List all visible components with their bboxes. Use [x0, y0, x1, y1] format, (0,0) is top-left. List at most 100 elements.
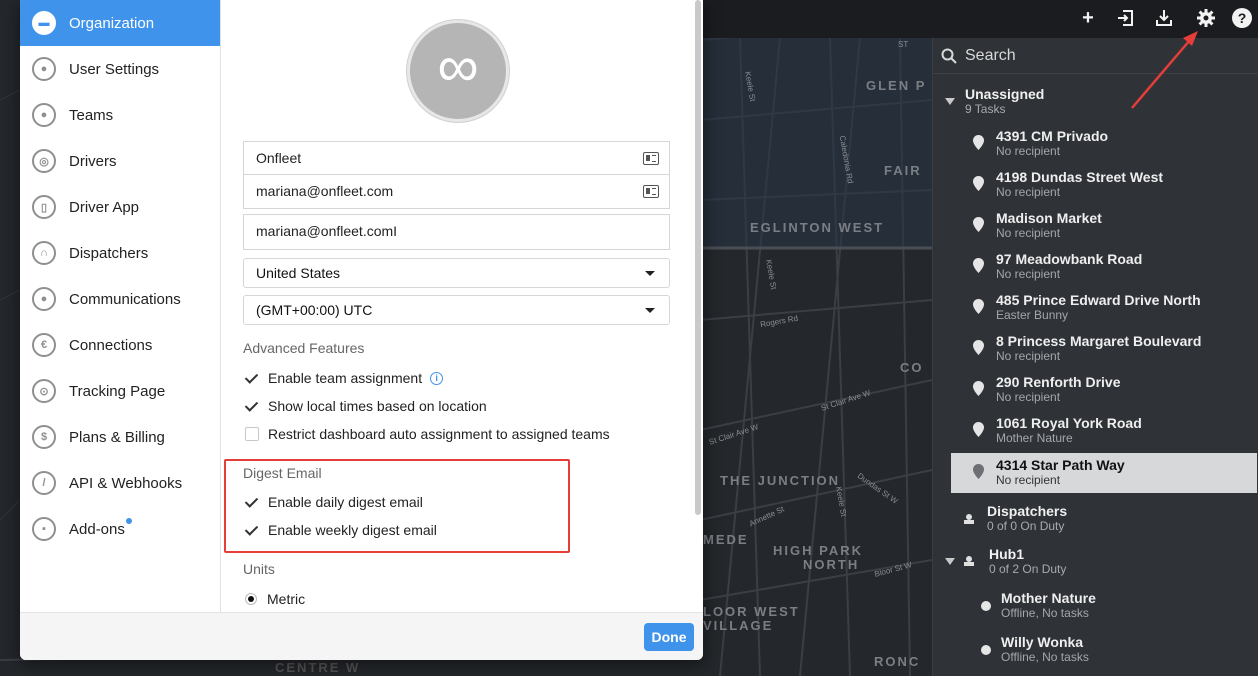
sidebar-item-connections[interactable]: € Connections: [20, 322, 220, 368]
sidebar-item-dispatchers[interactable]: ∩ Dispatchers: [20, 230, 220, 276]
pin-icon: [973, 217, 984, 232]
task-title: 8 Princess Margaret Boulevard: [996, 333, 1202, 349]
plus-icon[interactable]: +: [1076, 6, 1100, 30]
unassigned-group[interactable]: Unassigned 9 Tasks: [945, 86, 1044, 116]
driver-name: Willy Wonka: [1001, 634, 1084, 650]
steering-wheel-icon: ◎: [32, 149, 56, 173]
people-icon: [964, 556, 974, 566]
map-label: FAIR: [884, 163, 922, 178]
checkbox-label: Enable team assignment: [268, 370, 423, 386]
restrict-auto-assign-checkbox[interactable]: Restrict dashboard auto assignment to as…: [245, 426, 610, 442]
checkbox-label: Show local times based on location: [268, 398, 487, 414]
search-input[interactable]: Search: [965, 47, 1016, 65]
organization-email-field[interactable]: mariana@onfleet.com: [243, 175, 670, 209]
sidebar-item-label: API & Webhooks: [69, 474, 183, 492]
wrench-icon: /: [32, 471, 56, 495]
hub-group[interactable]: Hub1 0 of 2 On Duty: [945, 546, 1066, 576]
sidebar-item-drivers[interactable]: ◎ Drivers: [20, 138, 220, 184]
group-title: Unassigned: [965, 86, 1045, 102]
chevron-down-icon: [945, 98, 955, 105]
task-title: Madison Market: [996, 210, 1102, 226]
organization-name-field[interactable]: Onfleet: [243, 141, 670, 175]
sidebar-item-api-webhooks[interactable]: / API & Webhooks: [20, 460, 220, 506]
map-label: CO: [900, 360, 924, 375]
task-item[interactable]: 4391 CM Privado No recipient: [951, 124, 1257, 164]
import-icon[interactable]: [1114, 6, 1138, 30]
chevron-down-icon: [945, 558, 955, 565]
sidebar-item-tracking-page[interactable]: ⊙ Tracking Page: [20, 368, 220, 414]
task-item[interactable]: Madison Market No recipient: [951, 206, 1257, 246]
done-button[interactable]: Done: [644, 623, 694, 651]
task-item[interactable]: 97 Meadowbank Road No recipient: [951, 247, 1257, 287]
download-icon[interactable]: [1152, 6, 1176, 30]
task-recipient: No recipient: [996, 185, 1061, 199]
street-label: ST: [898, 40, 909, 49]
sidebar-item-communications[interactable]: ● Communications: [20, 276, 220, 322]
task-search[interactable]: Search: [933, 38, 1258, 74]
sidebar-item-teams[interactable]: ● Teams: [20, 92, 220, 138]
connections-icon: €: [32, 333, 56, 357]
organization-name-value: Onfleet: [256, 150, 302, 166]
team-assignment-checkbox[interactable]: Enable team assignment i: [245, 370, 444, 386]
target-icon: ⊙: [32, 379, 56, 403]
local-times-checkbox[interactable]: Show local times based on location: [245, 398, 487, 414]
checkbox-label: Restrict dashboard auto assignment to as…: [268, 426, 610, 442]
sidebar-item-label: Driver App: [69, 198, 140, 216]
pin-icon: [973, 340, 984, 355]
pin-icon: [973, 381, 984, 396]
group-title: Dispatchers: [987, 503, 1068, 519]
task-item[interactable]: 485 Prince Edward Drive North Easter Bun…: [951, 288, 1257, 328]
task-title: 4314 Star Path Way: [996, 457, 1125, 473]
checkbox-checked[interactable]: [245, 371, 259, 385]
country-select[interactable]: United States: [243, 258, 670, 288]
timezone-value: (GMT+00:00) UTC: [256, 302, 373, 318]
checkbox-unchecked[interactable]: [245, 427, 259, 441]
group-subtitle: 0 of 2 On Duty: [989, 562, 1067, 576]
task-recipient: Mother Nature: [996, 431, 1073, 445]
map-label: GLEN P: [866, 78, 927, 93]
checkbox-checked[interactable]: [245, 399, 259, 413]
task-item[interactable]: 290 Renforth Drive No recipient: [951, 370, 1257, 410]
driver-status-dot: [981, 645, 991, 655]
settings-modal: ▬ Organization ● User Settings ● Teams ◎…: [20, 0, 703, 660]
sidebar-item-driver-app[interactable]: ▯ Driver App: [20, 184, 220, 230]
task-item-selected[interactable]: 4314 Star Path Way No recipient: [951, 453, 1257, 493]
sidebar-item-label: User Settings: [69, 60, 160, 78]
task-recipient: No recipient: [996, 267, 1061, 281]
sidebar-item-organization[interactable]: ▬ Organization: [20, 0, 220, 46]
dispatchers-group[interactable]: Dispatchers 0 of 0 On Duty: [963, 503, 1067, 533]
sidebar-item-add-ons[interactable]: ▪ Add-ons: [20, 506, 220, 552]
sidebar-item-user-settings[interactable]: ● User Settings: [20, 46, 220, 92]
driver-name: Mother Nature: [1001, 590, 1096, 606]
info-icon[interactable]: i: [430, 371, 444, 385]
briefcase-icon: ▬: [32, 11, 56, 35]
help-icon[interactable]: ?: [1232, 8, 1252, 28]
sidebar-item-plans-billing[interactable]: $ Plans & Billing: [20, 414, 220, 460]
driver-item[interactable]: Willy Wonka Offline, No tasks: [973, 630, 1253, 670]
headset-icon: ∩: [32, 241, 56, 265]
group-title: Hub1: [989, 546, 1024, 562]
units-metric-radio[interactable]: Metric: [245, 591, 305, 607]
organization-logo[interactable]: ∞: [407, 20, 509, 122]
modal-footer: Done: [20, 612, 703, 660]
driver-item[interactable]: Mother Nature Offline, No tasks: [973, 586, 1253, 626]
task-item[interactable]: 1061 Royal York Road Mother Nature: [951, 411, 1257, 451]
task-item[interactable]: 4198 Dundas Street West No recipient: [951, 165, 1257, 205]
timezone-select[interactable]: (GMT+00:00) UTC: [243, 295, 670, 325]
radio-selected[interactable]: [245, 593, 257, 605]
task-item[interactable]: 8 Princess Margaret Boulevard No recipie…: [951, 329, 1257, 369]
contact-email-field[interactable]: mariana@onfleet.comI: [243, 214, 670, 250]
task-title: 4198 Dundas Street West: [996, 169, 1164, 185]
sidebar-item-label: Teams: [69, 106, 114, 124]
pin-icon: [973, 135, 984, 150]
sidebar-item-label: Drivers: [69, 152, 117, 170]
content-scrollbar[interactable]: [695, 0, 701, 515]
sidebar-item-label: Communications: [69, 290, 181, 308]
caret-down-icon: [645, 308, 655, 313]
pin-icon: [973, 464, 984, 479]
infinity-icon: ∞: [437, 34, 479, 99]
task-title: 290 Renforth Drive: [996, 374, 1121, 390]
gear-icon[interactable]: [1194, 6, 1218, 30]
task-title: 1061 Royal York Road: [996, 415, 1142, 431]
map-label: NORTH: [803, 557, 860, 572]
